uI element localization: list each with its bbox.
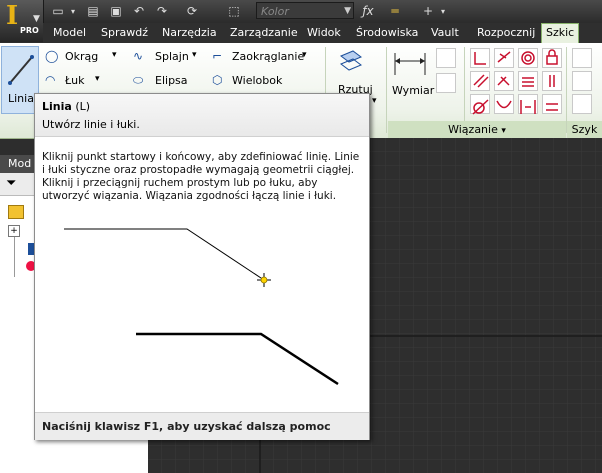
polygon-icon: ⬡: [212, 73, 223, 87]
ellipse-icon: ⬭: [133, 73, 144, 87]
smooth-icon[interactable]: [494, 94, 514, 114]
dimension-label[interactable]: Wymiar: [392, 84, 434, 97]
chevron-down-icon[interactable]: ▾: [192, 50, 197, 60]
chevron-down-icon[interactable]: ▾: [302, 50, 307, 60]
show-constraints-icon[interactable]: [436, 73, 456, 93]
tab-narzedzia[interactable]: Narzędzia: [158, 24, 221, 42]
project-geometry-icon[interactable]: [337, 48, 363, 72]
update-icon[interactable]: ⟳: [184, 3, 200, 20]
new-dropdown-icon[interactable]: ▾: [68, 3, 78, 20]
equal-icon[interactable]: [542, 94, 562, 114]
chevron-down-icon[interactable]: ▾: [95, 74, 100, 84]
color-select[interactable]: Kolor ▼: [256, 2, 354, 19]
tab-zarzadzanie[interactable]: Zarządzanie: [226, 24, 302, 42]
constraints-panel-label: Wiązanie: [448, 123, 498, 136]
fillet-icon: ⌐: [212, 49, 223, 63]
line-icon: [8, 55, 34, 85]
vertical-icon[interactable]: [542, 71, 562, 91]
customize-dropdown-icon[interactable]: ▾: [438, 3, 448, 20]
fillet-tool[interactable]: Zaokrąglanie: [232, 50, 304, 63]
collinear-icon[interactable]: [494, 48, 514, 68]
tree-line: [14, 237, 15, 277]
coincident-icon[interactable]: [470, 48, 490, 68]
function-icon[interactable]: ƒx: [360, 3, 376, 20]
chevron-down-icon: ▼: [33, 14, 40, 24]
plus-icon[interactable]: +: [420, 3, 436, 20]
tooltip-title: Linia (L): [42, 100, 90, 113]
tooltip-illustration: [64, 228, 339, 386]
save-icon[interactable]: ▣: [108, 3, 124, 20]
chevron-down-icon[interactable]: ▾: [372, 96, 377, 106]
chevron-down-icon[interactable]: ▾: [112, 50, 117, 60]
ellipse-tool[interactable]: Elipsa: [155, 74, 188, 87]
panel-divider: [386, 47, 387, 133]
tooltip-subtitle: Utwórz linie i łuki.: [42, 118, 140, 131]
expand-icon[interactable]: +: [8, 225, 20, 237]
browser-title-text: Mod: [8, 157, 32, 170]
tooltip-shortcut: (L): [75, 100, 91, 113]
dimension-icon[interactable]: [392, 49, 428, 79]
new-file-icon[interactable]: ▭: [50, 3, 66, 20]
arc-icon: ◠: [45, 73, 56, 87]
chevron-down-icon: ▾: [501, 126, 506, 136]
mirror-icon[interactable]: [572, 94, 592, 114]
tooltip-help-text: Naciśnij klawisz F1, aby uzyskać dalszą …: [42, 420, 331, 433]
pattern-panel-label: Szyk: [571, 123, 598, 136]
undo-icon[interactable]: ↶: [131, 3, 147, 20]
redo-icon[interactable]: ↷: [154, 3, 170, 20]
line-tool-label: Linia: [8, 92, 34, 105]
polygon-tool[interactable]: Wielobok: [232, 74, 282, 87]
cursor-crosshair-icon: [257, 273, 271, 287]
parallel-icon[interactable]: [470, 71, 490, 91]
circle-icon: ◯: [45, 49, 59, 63]
chevron-down-icon: ▼: [344, 6, 351, 16]
tab-model[interactable]: Model: [49, 24, 90, 42]
circle-tool[interactable]: Okrąg: [65, 50, 98, 63]
tooltip: Linia (L) Utwórz linie i łuki. Kliknij p…: [34, 93, 370, 440]
tooltip-description: Kliknij punkt startowy i końcowy, aby zd…: [42, 151, 360, 202]
rectangular-pattern-icon[interactable]: [572, 48, 592, 68]
open-icon[interactable]: ▤: [85, 3, 101, 20]
tab-rozpocznij[interactable]: Rozpocznij: [473, 24, 539, 42]
lock-icon[interactable]: [542, 48, 562, 68]
symmetric-icon[interactable]: [518, 94, 538, 114]
perpendicular-icon[interactable]: [494, 71, 514, 91]
pro-badge: PRO: [20, 26, 39, 35]
color-placeholder: Kolor: [261, 5, 289, 18]
tangent-icon[interactable]: [470, 94, 490, 114]
spline-icon: ∿: [133, 49, 144, 63]
ribbon-tabs: Model Sprawdź Narzędzia Zarządzanie Wido…: [43, 23, 602, 43]
spline-tool[interactable]: Splajn: [155, 50, 189, 63]
horizontal-icon[interactable]: [518, 71, 538, 91]
tooltip-header: Linia (L) Utwórz linie i łuki.: [35, 94, 369, 137]
measure-icon[interactable]: ═: [384, 3, 406, 20]
tab-widok[interactable]: Widok: [303, 24, 345, 42]
select-icon[interactable]: ⬚: [226, 3, 242, 20]
circular-pattern-icon[interactable]: [572, 71, 592, 91]
arc-tool[interactable]: Łuk: [65, 74, 85, 87]
auto-dimension-icon[interactable]: [436, 48, 456, 68]
tab-srodowiska[interactable]: Środowiska: [352, 24, 422, 42]
tooltip-title-text: Linia: [42, 100, 72, 113]
tab-sprawdz[interactable]: Sprawdź: [97, 24, 152, 42]
filter-icon[interactable]: ⏷: [6, 176, 16, 191]
tooltip-footer: Naciśnij klawisz F1, aby uzyskać dalszą …: [35, 412, 369, 440]
quick-access-toolbar: ▭ ▾ ▤ ▣ ↶ ↷ ⟳ ⬚ Kolor ▼ ƒx ═ + ▾: [0, 0, 602, 23]
tab-szkic[interactable]: Szkic: [541, 23, 580, 43]
pattern-panel-title: Szyk: [567, 121, 602, 138]
part-icon[interactable]: [8, 205, 24, 219]
constraints-panel-title[interactable]: Wiązanie ▾: [388, 121, 566, 138]
application-button[interactable]: I PRO ▼: [0, 0, 44, 42]
tab-vault[interactable]: Vault: [427, 24, 463, 42]
concentric-icon[interactable]: [518, 48, 538, 68]
